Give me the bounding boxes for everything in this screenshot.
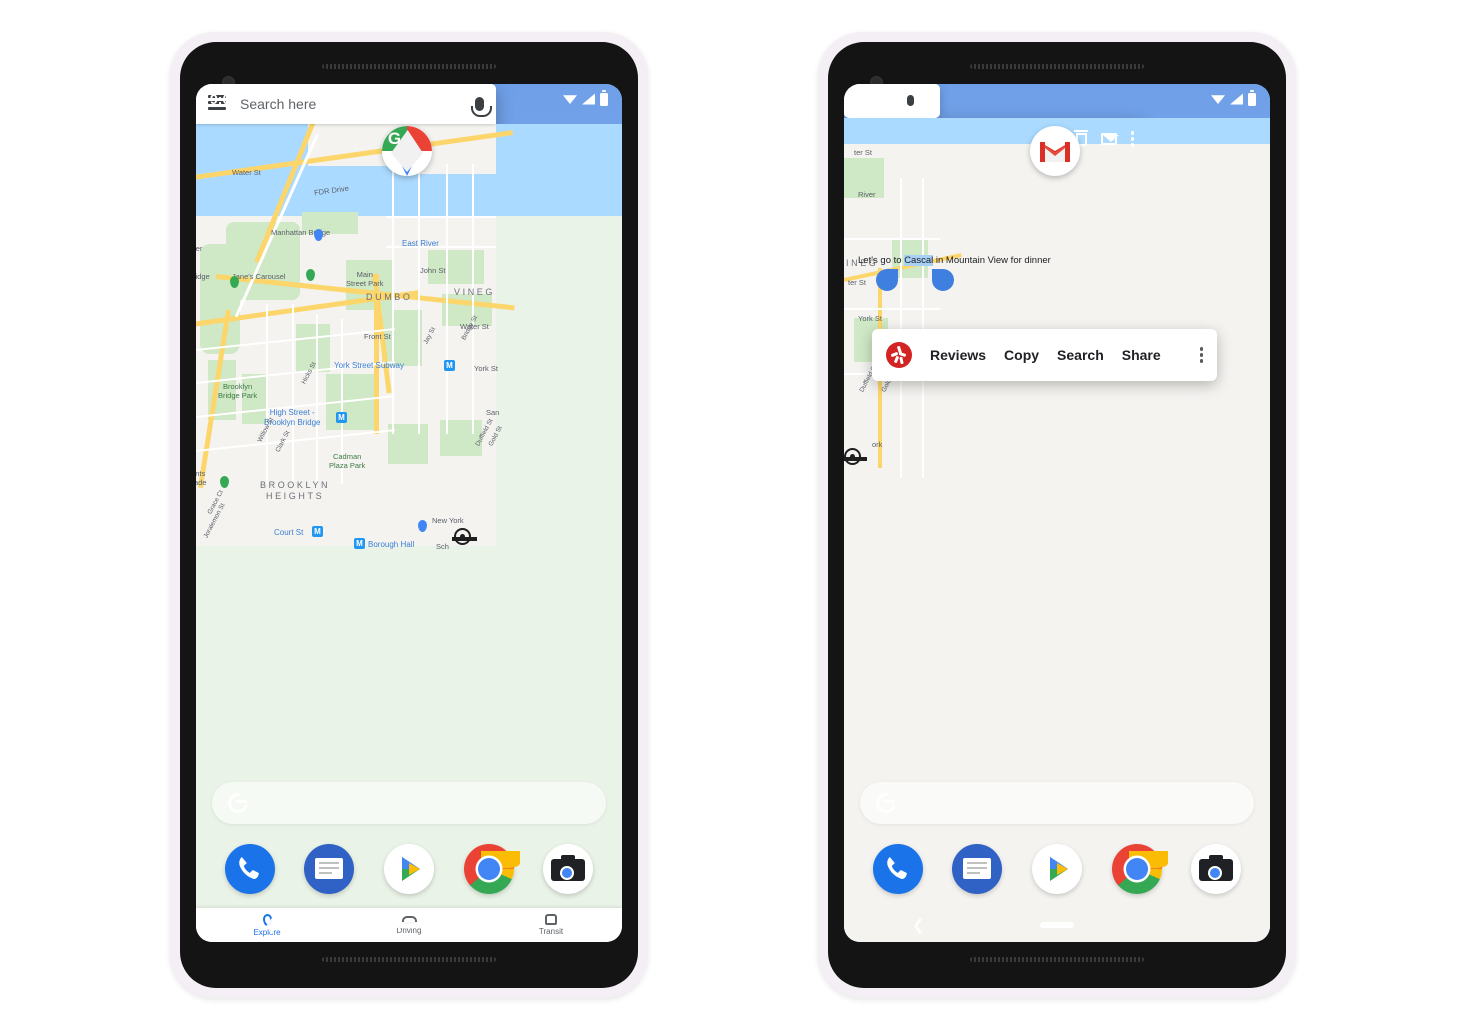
right-phone-screen: 9:00 ter St River INEG ter St York St Du… [844,84,1270,942]
context-menu-item-share[interactable]: Share [1122,347,1161,363]
wifi-icon [1211,95,1225,104]
messages-icon[interactable] [952,844,1003,894]
google-maps-icon: G [382,126,432,176]
play-store-icon[interactable] [383,844,434,894]
camera-icon[interactable] [543,844,594,894]
gmail-icon [1030,126,1080,176]
chrome-icon[interactable] [1111,844,1168,894]
phone-icon[interactable] [224,844,275,894]
status-time: 9:00 [210,91,239,107]
yelp-icon[interactable] [886,342,912,368]
google-search-widget[interactable] [860,782,1254,824]
more-vert-icon[interactable] [1199,347,1203,363]
battery-icon [600,90,608,106]
status-time: 9:00 [858,91,887,107]
right-phone: 9:00 ter St River INEG ter St York St Du… [818,32,1296,998]
nav-back-icon[interactable]: ❮ [912,916,925,934]
camera-icon[interactable] [1191,844,1242,894]
navigation-bar: ❮ [844,908,1270,942]
wifi-icon [563,95,577,104]
google-search-widget[interactable] [212,782,606,824]
screenshot-stage: 9:00 G Search here Water St FDR Drive Ma… [0,0,1460,1030]
battery-icon [1248,90,1256,106]
navigation-bar: ❮ [196,908,622,942]
body-text-after: in Mountain View for dinner [933,255,1051,266]
more-vert-icon[interactable] [1130,131,1134,147]
left-phone: 9:00 G Search here Water St FDR Drive Ma… [170,32,648,998]
context-menu-item-copy[interactable]: Copy [1004,347,1039,363]
status-bar: 9:00 [844,84,1270,114]
google-g-icon [224,789,252,817]
play-store-icon[interactable] [1031,844,1082,894]
home-dock [844,838,1270,900]
left-phone-screen: 9:00 G Search here Water St FDR Drive Ma… [196,84,622,942]
nav-home-pill[interactable] [392,922,426,928]
context-menu-item-reviews[interactable]: Reviews [930,347,986,363]
speaker-grille [969,957,1145,962]
selection-handle-start[interactable] [876,269,898,291]
earpiece-grille [321,64,497,69]
text-selection-context-menu[interactable]: Reviews Copy Search Share [872,329,1217,381]
map-canvas[interactable]: Water St FDR Drive Manhattan Bridge East… [196,124,622,908]
context-menu-item-search[interactable]: Search [1057,347,1104,363]
phone-icon[interactable] [872,844,923,894]
recent-card-google-maps[interactable]: Search here Water St FDR Drive Manhattan… [196,84,622,942]
body-text-before: Let's go to [858,255,905,266]
messages-icon[interactable] [304,844,355,894]
mail-icon[interactable] [1100,133,1119,145]
selection-handle-end[interactable] [932,269,954,291]
nav-back-icon[interactable]: ❮ [264,916,277,934]
google-g-icon [872,789,900,817]
speaker-grille [321,957,497,962]
signal-icon [1230,93,1243,105]
nav-home-pill[interactable] [1040,922,1074,928]
home-dock [196,838,622,900]
email-body-text: Let's go to Cascal in Mountain View for … [858,255,1130,266]
status-bar: 9:00 [196,84,622,114]
earpiece-grille [969,64,1145,69]
chrome-icon[interactable] [463,844,520,894]
signal-icon [582,93,595,105]
selected-text[interactable]: Cascal [904,255,934,266]
